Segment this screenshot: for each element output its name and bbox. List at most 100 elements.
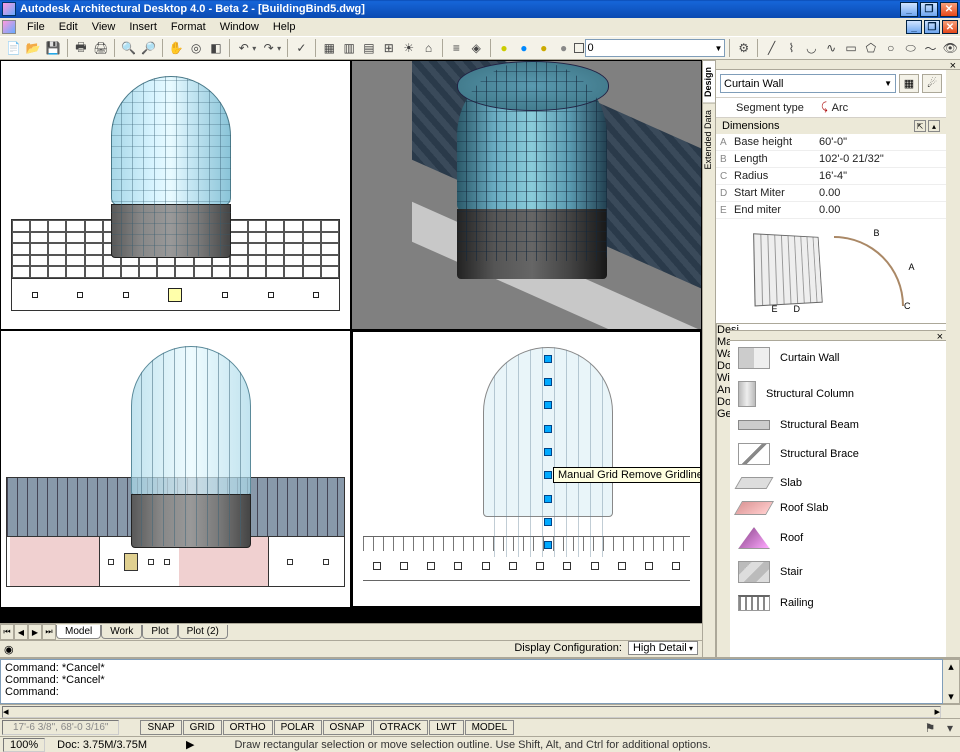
props-panel-close-button[interactable]: × <box>950 60 956 72</box>
minimize-button[interactable]: _ <box>900 2 918 17</box>
undo-button[interactable]: ↶ <box>234 38 253 58</box>
layer-selector[interactable]: 0 ▼ <box>585 39 726 57</box>
vtab-documentation[interactable]: Docu... <box>717 396 730 408</box>
grip-icon[interactable] <box>544 518 552 526</box>
layer-manager-button[interactable]: ≡ <box>447 38 466 58</box>
tray-icon-1[interactable]: ⚑ <box>920 718 940 738</box>
quick-select-button[interactable]: ▦ <box>899 74 919 93</box>
vtab-design[interactable]: Design <box>703 60 715 103</box>
grip-icon[interactable] <box>544 541 552 549</box>
menu-view[interactable]: View <box>85 21 123 33</box>
save-button[interactable]: 💾 <box>44 38 63 58</box>
layout3-button[interactable]: ▤ <box>360 38 379 58</box>
otrack-toggle[interactable]: OTRACK <box>373 720 429 735</box>
palette-close-button[interactable]: × <box>937 331 943 343</box>
grip-icon[interactable] <box>544 471 552 479</box>
osnap-toggle[interactable]: OSNAP <box>323 720 372 735</box>
cmd-scrollbar-v[interactable]: ▴▾ <box>943 659 960 704</box>
redo-dropdown[interactable]: ▾ <box>277 44 283 53</box>
viewport-active-editing[interactable]: Manual Grid Remove Gridline <box>351 330 702 608</box>
layout2-button[interactable]: ▥ <box>340 38 359 58</box>
home-button[interactable]: ⌂ <box>419 38 438 58</box>
tab-plot2[interactable]: Plot (2) <box>178 625 228 639</box>
orbit-button[interactable]: ◎ <box>187 38 206 58</box>
vtab-design2[interactable]: Desi... <box>717 324 730 336</box>
command-line[interactable]: Command: *Cancel* Command: *Cancel* Comm… <box>0 659 943 704</box>
redo-button[interactable]: ↷ <box>259 38 278 58</box>
polyline-tool[interactable]: ⌇ <box>782 38 801 58</box>
dimensions-header[interactable]: Dimensions ⇱▴ <box>716 118 946 134</box>
tool-structural-brace[interactable]: Structural Brace <box>730 437 946 471</box>
menu-format[interactable]: Format <box>164 21 213 33</box>
tool-stair[interactable]: Stair <box>730 555 946 589</box>
prop-row-end-miter[interactable]: E End miter 0.00 <box>716 202 946 219</box>
new-button[interactable]: 📄 <box>4 38 23 58</box>
line-tool[interactable]: ╱ <box>762 38 781 58</box>
aperture-icon[interactable]: ◉ <box>4 643 14 656</box>
grip-icon[interactable] <box>544 355 552 363</box>
tray-icon-2[interactable]: ▾ <box>940 718 960 738</box>
tool-structural-column[interactable]: Structural Column <box>730 375 946 413</box>
vtab-windows[interactable]: Wind... <box>717 372 730 384</box>
layer-color-icon[interactable] <box>574 43 584 53</box>
tab-model[interactable]: Model <box>56 625 101 639</box>
grip-icon[interactable] <box>544 378 552 386</box>
close-button[interactable]: ✕ <box>940 2 958 17</box>
grid-toggle[interactable]: GRID <box>183 720 222 735</box>
spline-tool[interactable]: ∿ <box>822 38 841 58</box>
pin-icon[interactable]: ▴ <box>928 120 940 132</box>
grip-icon[interactable] <box>544 495 552 503</box>
ortho-toggle[interactable]: ORTHO <box>223 720 273 735</box>
tool-curtain-wall[interactable]: Curtain Wall <box>730 341 946 375</box>
filter-button[interactable]: ⚙ <box>734 38 753 58</box>
layout1-button[interactable]: ▦ <box>320 38 339 58</box>
sheet-prev-button[interactable]: ◀ <box>14 624 28 640</box>
match-button[interactable]: ✓ <box>292 38 311 58</box>
display-config-dropdown[interactable]: High Detail <box>628 641 698 655</box>
sheet-first-button[interactable]: ⏮ <box>0 624 14 640</box>
ellipse-tool[interactable]: ⬭ <box>901 38 920 58</box>
object-type-selector[interactable]: Curtain Wall ▼ <box>720 74 896 93</box>
open-button[interactable]: 📂 <box>24 38 43 58</box>
prop-row-start-miter[interactable]: D Start Miter 0.00 <box>716 185 946 202</box>
render-button[interactable]: ☀ <box>399 38 418 58</box>
viewport-front-elevation[interactable] <box>0 60 351 330</box>
polar-toggle[interactable]: POLAR <box>274 720 322 735</box>
grip-icon[interactable] <box>544 448 552 456</box>
collapse-icon[interactable]: ⇱ <box>914 120 926 132</box>
layer-lock-icon[interactable]: ● <box>514 38 533 58</box>
layer-plot-icon[interactable]: ● <box>554 38 573 58</box>
model-toggle[interactable]: MODEL <box>465 720 515 735</box>
vtab-extended-data[interactable]: Extended Data <box>703 103 715 176</box>
vtab-annotation[interactable]: Ann... <box>717 384 730 396</box>
tool-roof-slab[interactable]: Roof Slab <box>730 495 946 521</box>
circle-tool[interactable]: ○ <box>881 38 900 58</box>
cmd-scrollbar-h[interactable]: ◂▸ <box>2 706 941 718</box>
print-button[interactable]: 🖶 <box>72 38 91 58</box>
prop-row-base-height[interactable]: A Base height 60'-0" <box>716 134 946 151</box>
select-objects-button[interactable]: ☄ <box>922 74 942 93</box>
vp4-tower-selected[interactable] <box>483 347 613 557</box>
doc-close-button[interactable]: ✕ <box>942 20 958 34</box>
menu-window[interactable]: Window <box>213 21 266 33</box>
menu-file[interactable]: File <box>20 21 52 33</box>
tool-slab[interactable]: Slab <box>730 471 946 495</box>
layer-freeze-icon[interactable]: ● <box>495 38 514 58</box>
playback-icon[interactable]: ▶ <box>186 738 194 751</box>
vtab-walls[interactable]: Walls <box>717 348 730 360</box>
viewport-3d-perspective[interactable] <box>351 60 702 330</box>
eye-tool[interactable]: 👁 <box>941 38 960 58</box>
view-button[interactable]: ◧ <box>207 38 226 58</box>
pan-button[interactable]: ✋ <box>167 38 186 58</box>
tool-railing[interactable]: Railing <box>730 589 946 617</box>
doc-minimize-button[interactable]: _ <box>906 20 922 34</box>
rect-tool[interactable]: ▭ <box>842 38 861 58</box>
grip-column[interactable] <box>547 347 549 557</box>
sheet-last-button[interactable]: ⏭ <box>42 624 56 640</box>
menu-help[interactable]: Help <box>266 21 303 33</box>
viewport-rendered-elevation[interactable] <box>0 330 351 608</box>
prop-row-radius[interactable]: C Radius 16'-4" <box>716 168 946 185</box>
zoom-extents-button[interactable]: 🔍 <box>119 38 138 58</box>
tool-structural-beam[interactable]: Structural Beam <box>730 413 946 437</box>
undo-dropdown[interactable]: ▾ <box>252 44 258 53</box>
